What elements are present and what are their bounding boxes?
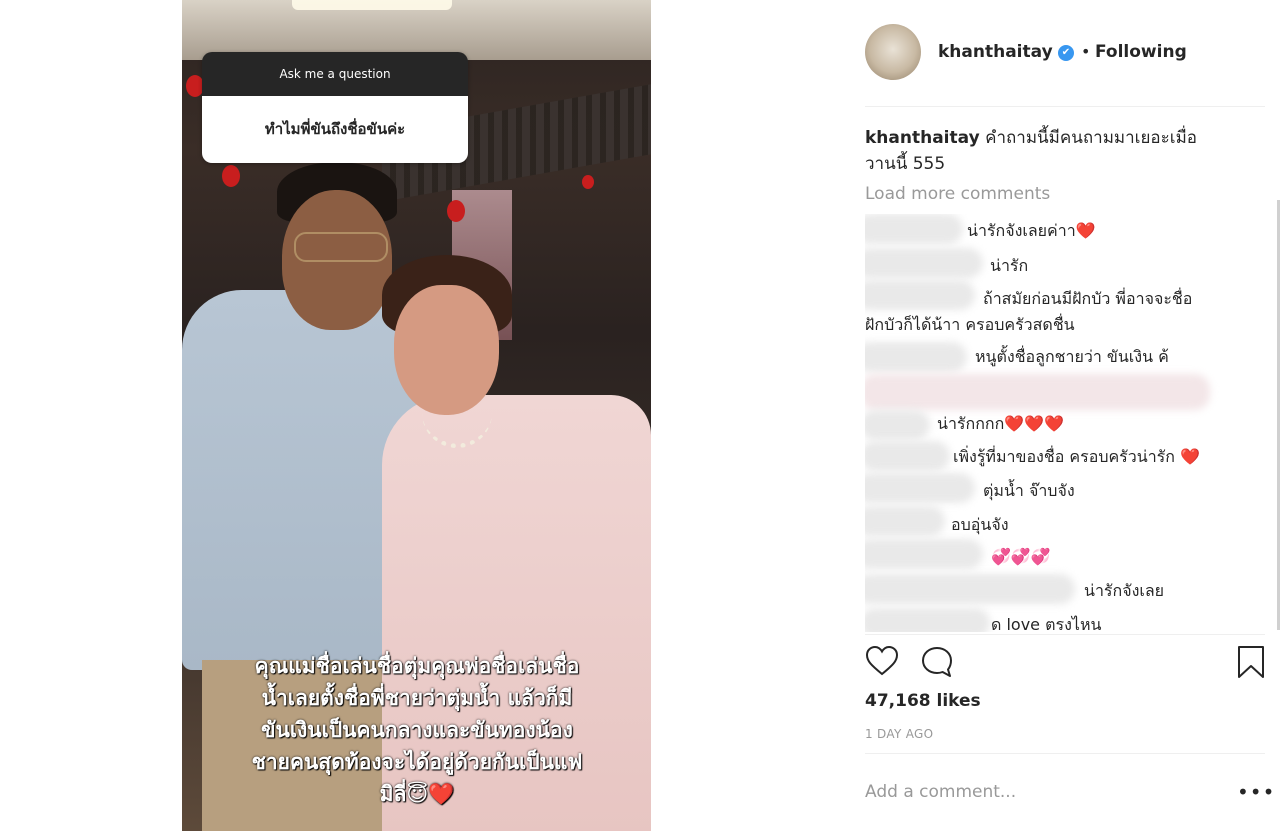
post-timestamp[interactable]: 1 DAY AGO [865,727,933,741]
story-text-line: มิลี่😇❤️ [379,782,455,806]
story-text-line: ขันเงินเป็นคนกลางและขันทองน้อง [261,718,573,742]
more-options-button[interactable]: ••• [1237,780,1275,804]
blurred-username [865,280,975,310]
separator-dot: • [1081,42,1091,61]
verified-badge-icon: ✔ [1058,45,1074,61]
blurred-username [865,574,1075,604]
blurred-username [865,608,990,632]
blurred-username [865,539,983,569]
comment-text: 💞💞💞 [991,547,1051,566]
comment-text: หนูตั้งชื่อลูกชายว่า ขันเงิน ค้ [975,347,1169,366]
username-link[interactable]: khanthaitay [938,42,1053,62]
blurred-username [865,441,950,471]
comments-divider [865,634,1265,635]
comment-text: ถ้าสมัยก่อนมีฝักบัว พี่อาจจะชื่อ [983,289,1193,308]
action-bar [865,645,1265,679]
blurred-comment [865,374,1210,410]
man-glasses [294,232,388,262]
lantern-decoration [582,175,594,189]
blurred-username [865,342,967,372]
blurred-username [865,410,930,440]
story-text-line: คุณแม่ชื่อเล่นชื่อตุ่มคุณพ่อชื่อเล่นชื่อ [254,654,580,678]
question-sticker: Ask me a question ทำไมพี่ขันถึงชื่อขันค่… [202,52,468,163]
comment-text: น่ารักกกก❤️❤️❤️ [937,414,1065,433]
post-sidebar: khanthaitay ✔ • Following khanthaitay คำ… [865,0,1274,831]
footer-divider [865,753,1265,754]
comment-text: ตุ่มน้ำ จ๊าบจัง [983,481,1075,500]
instagram-post-page: Ask me a question ทำไมพี่ขันถึงชื่อขันค่… [0,0,1280,831]
blurred-username [865,248,983,278]
question-sticker-header: Ask me a question [202,52,468,96]
photo-light [292,0,452,10]
post-caption: khanthaitay คำถามนี้มีคนถามมาเยอะเมื่อวา… [865,125,1225,177]
blurred-username [865,214,963,244]
avatar[interactable] [865,24,921,80]
blurred-username [865,473,975,503]
comments-list[interactable]: น่ารักจังเลยค่าา❤️ น่ารัก ถ้าสมัยก่อนมีฝ… [865,214,1265,632]
comment-text: ด love ตรงไหน [991,615,1102,632]
comment-text: น่ารักจังเลย [1084,581,1165,600]
comment-text: ฝักบัวก็ได้น้าา ครอบครัวสดชื่น [865,315,1075,334]
header-divider [865,106,1265,107]
bookmark-icon[interactable] [1237,645,1265,683]
story-text-line: น้ำเลยตั้งชื่อพี่ชายว่าตุ่มน้ำ แล้วก็มี [261,686,573,710]
heart-icon[interactable] [865,645,899,681]
story-text-overlay: คุณแม่ชื่อเล่นชื่อตุ่มคุณพ่อชื่อเล่นชื่อ… [202,650,632,810]
blurred-username [865,506,945,536]
post-header: khanthaitay ✔ • Following [865,24,1265,80]
following-button[interactable]: Following [1095,42,1187,62]
story-text-line: ชายคนสุดท้องจะได้อยู่ด้วยกันเป็นแฟ [251,750,583,774]
add-comment-input[interactable]: Add a comment... [865,782,1016,802]
lantern-decoration [447,200,465,222]
comment-text: เพิ่งรู้ที่มาของชื่อ ครอบครัวน่ารัก ❤️ [953,447,1200,466]
post-photo[interactable]: Ask me a question ทำไมพี่ขันถึงชื่อขันค่… [182,0,651,831]
comment-icon[interactable] [920,645,954,683]
comment-text: น่ารัก [990,256,1029,275]
comment-text: อบอุ่นจัง [951,515,1009,534]
load-more-comments-button[interactable]: Load more comments [865,184,1050,204]
likes-count[interactable]: 47,168 likes [865,691,981,711]
caption-username-link[interactable]: khanthaitay [865,128,980,148]
comment-text: น่ารักจังเลยค่าา❤️ [967,221,1096,240]
question-sticker-text: ทำไมพี่ขันถึงชื่อขันค่ะ [202,96,468,163]
woman-face [394,285,499,415]
